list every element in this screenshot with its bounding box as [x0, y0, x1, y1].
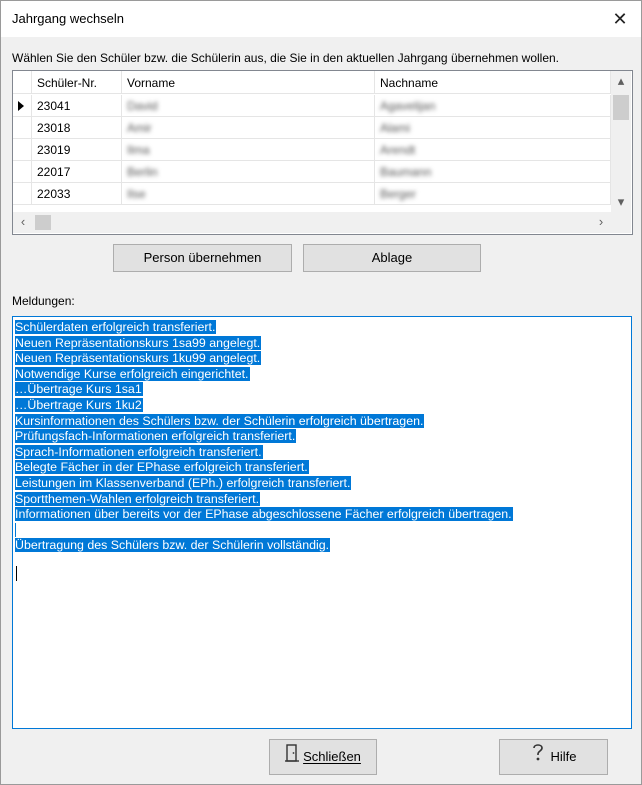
message-line: Übertragung des Schülers bzw. der Schüle… [15, 537, 331, 553]
title-bar: Jahrgang wechseln ✕ [1, 1, 641, 37]
hilfe-label: Hilfe [550, 749, 577, 764]
message-line: Neuen Repräsentationskurs 1sa99 angelegt… [15, 335, 262, 351]
row-header-corner [13, 71, 32, 94]
cell-vorname[interactable]: Ilse [122, 183, 375, 205]
vorname-text: David [127, 99, 158, 113]
table-row[interactable]: 22033 Ilse Berger [13, 183, 611, 205]
message-text: Schülerdaten erfolgreich transferiert. [15, 320, 217, 334]
column-header-nachname[interactable]: Nachname [375, 71, 611, 94]
scroll-left-icon[interactable]: ‹ [13, 212, 33, 232]
messages-textarea[interactable]: Schülerdaten erfolgreich transferiert. Ne… [12, 316, 632, 729]
row-header[interactable] [13, 139, 32, 161]
instruction-text: Wählen Sie den Schüler bzw. die Schüleri… [12, 51, 560, 65]
vorname-text: Ilma [127, 143, 150, 157]
cell-nr[interactable]: 23018 [32, 117, 122, 139]
cell-nr[interactable]: 22033 [32, 183, 122, 205]
hilfe-button[interactable]: Hilfe [499, 739, 608, 775]
cell-nr[interactable]: 23041 [32, 95, 122, 117]
cell-nr[interactable]: 23019 [32, 139, 122, 161]
row-header[interactable] [13, 117, 32, 139]
scroll-down-icon[interactable]: ▾ [611, 192, 631, 212]
table-row[interactable]: 22017 Berlin Baumann [13, 161, 611, 183]
cell-nr[interactable]: 22017 [32, 161, 122, 183]
message-line: Sprach-Informationen erfolgreich transfe… [15, 444, 263, 460]
nachname-text: Baumann [380, 165, 432, 179]
vertical-scroll-thumb[interactable] [613, 95, 629, 120]
message-text: …Übertrage Kurs 1sa1 [15, 382, 143, 397]
message-text: Informationen über bereits vor der EPhas… [15, 507, 513, 522]
nachname-text: Arendt [380, 143, 416, 157]
vorname-text: Amir [127, 121, 152, 135]
message-line: Prüfungsfach-Informationen erfolgreich t… [15, 428, 297, 444]
cell-nachname[interactable]: Baumann [375, 161, 611, 183]
person-uebernehmen-button[interactable]: Person übernehmen [113, 244, 292, 272]
message-text: Kursinformationen des Schülers bzw. der … [15, 413, 425, 428]
row-header[interactable] [13, 161, 32, 183]
column-header-nr[interactable]: Schüler-Nr. [32, 71, 122, 94]
message-line: Notwendige Kurse erfolgreich eingerichte… [15, 366, 250, 382]
table-row[interactable]: 23019 Ilma Arendt [13, 139, 611, 161]
horizontal-scroll-thumb[interactable] [35, 215, 51, 230]
dialog-window: Jahrgang wechseln ✕ Wählen Sie den Schül… [0, 0, 642, 785]
cell-nachname[interactable]: Berger [375, 183, 611, 205]
message-text: Neuen Repräsentationskurs 1ku99 angelegt… [15, 351, 262, 366]
scrollbar-corner [611, 212, 631, 233]
message-text: Leistungen im Klassenverband (EPh.) erfo… [15, 476, 352, 490]
message-line: Neuen Repräsentationskurs 1ku99 angelegt… [15, 350, 262, 366]
table-row[interactable]: 23041 David Agavelijan [13, 95, 611, 117]
message-text: Neuen Repräsentationskurs 1sa99 angelegt… [15, 335, 262, 350]
vertical-scrollbar[interactable]: ▴ ▾ [611, 71, 631, 212]
message-line: …Übertrage Kurs 1ku2 [15, 397, 143, 413]
nachname-text: Berger [380, 187, 417, 201]
close-icon[interactable]: ✕ [605, 4, 635, 34]
scroll-right-icon[interactable]: › [591, 212, 611, 232]
ablage-button[interactable]: Ablage [303, 244, 481, 272]
column-header-vorname[interactable]: Vorname [122, 71, 375, 94]
cell-vorname[interactable]: Ilma [122, 139, 375, 161]
message-text: Prüfungsfach-Informationen erfolgreich t… [15, 429, 297, 444]
cell-nachname[interactable]: Alami [375, 117, 611, 139]
message-text: Notwendige Kurse erfolgreich eingerichte… [15, 366, 250, 381]
horizontal-scrollbar[interactable]: ‹ › [13, 212, 611, 233]
vorname-text: Ilse [127, 187, 146, 201]
message-text: Belegte Fächer in der EPhase erfolgreich… [15, 460, 309, 475]
cell-nachname[interactable]: Agavelijan [375, 95, 611, 117]
window-title: Jahrgang wechseln [12, 11, 125, 26]
vorname-text: Berlin [127, 165, 158, 179]
nachname-text: Agavelijan [380, 99, 436, 113]
message-line: Schülerdaten erfolgreich transferiert. [15, 319, 217, 335]
text-caret [16, 566, 17, 581]
message-line: Informationen über bereits vor der EPhas… [15, 506, 513, 522]
door-icon [285, 741, 300, 775]
messages-label: Meldungen: [12, 294, 75, 308]
message-line: Sportthemen-Wahlen erfolgreich transferi… [15, 491, 261, 507]
nachname-text: Alami [380, 121, 411, 135]
cell-vorname[interactable]: Amir [122, 117, 375, 139]
message-line: Leistungen im Klassenverband (EPh.) erfo… [15, 475, 352, 491]
message-line: Belegte Fächer in der EPhase erfolgreich… [15, 459, 309, 475]
schliessen-button[interactable]: Schließen [269, 739, 377, 775]
message-line [15, 522, 16, 538]
message-text [15, 522, 16, 537]
student-grid[interactable]: Schüler-Nr. Vorname Nachname 23041 David A… [12, 70, 633, 235]
scroll-up-icon[interactable]: ▴ [611, 71, 631, 91]
message-line: Kursinformationen des Schülers bzw. der … [15, 413, 425, 429]
message-text: Sportthemen-Wahlen erfolgreich transferi… [15, 491, 261, 506]
row-header[interactable] [13, 95, 32, 117]
row-header[interactable] [13, 183, 32, 205]
row-pointer-icon [18, 101, 24, 111]
message-text: Übertragung des Schülers bzw. der Schüle… [15, 538, 331, 553]
message-text: Sprach-Informationen erfolgreich transfe… [15, 444, 263, 459]
grid-header: Schüler-Nr. Vorname Nachname [13, 71, 611, 95]
cell-nachname[interactable]: Arendt [375, 139, 611, 161]
cell-vorname[interactable]: David [122, 95, 375, 117]
help-icon [530, 741, 546, 775]
table-row[interactable]: 23018 Amir Alami [13, 117, 611, 139]
message-text: …Übertrage Kurs 1ku2 [15, 398, 143, 412]
message-line: …Übertrage Kurs 1sa1 [15, 381, 143, 397]
schliessen-label: Schließen [303, 749, 361, 764]
cell-vorname[interactable]: Berlin [122, 161, 375, 183]
